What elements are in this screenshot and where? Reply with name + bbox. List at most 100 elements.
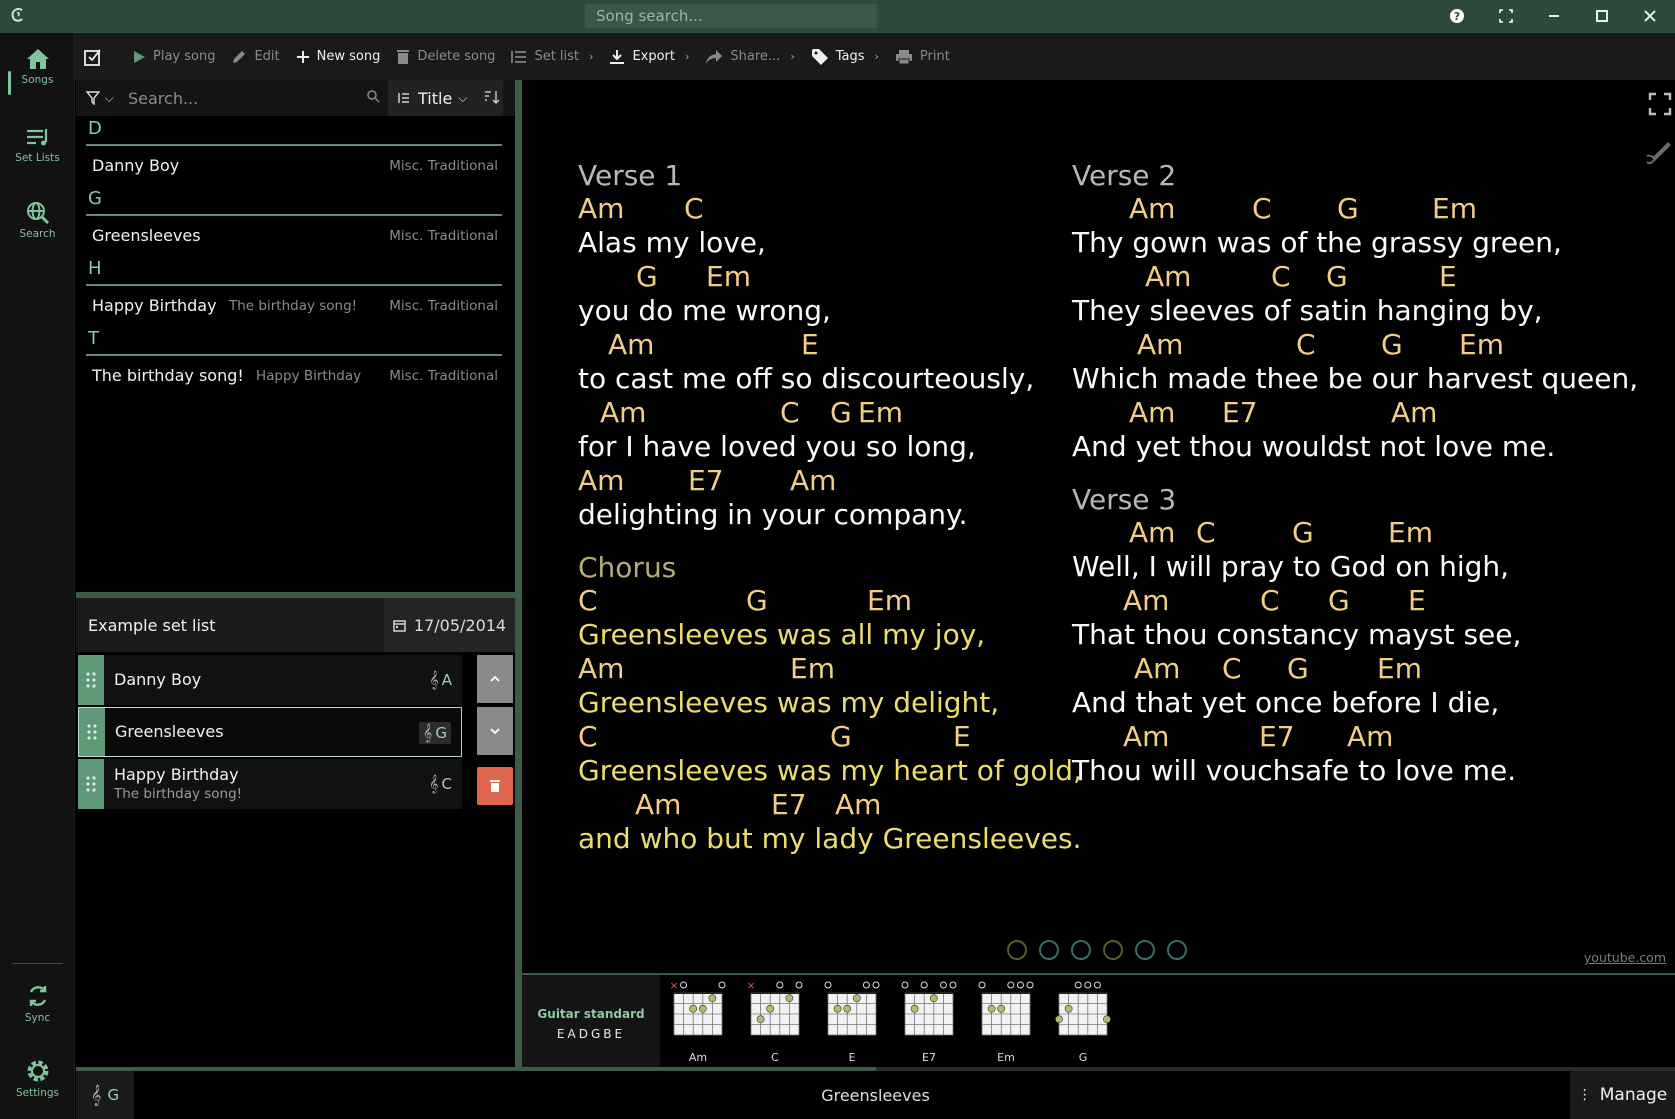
chord[interactable]: C <box>1271 260 1291 293</box>
page-dot[interactable] <box>1039 940 1059 960</box>
chord[interactable]: E7 <box>688 464 724 497</box>
chord[interactable]: Am <box>578 192 624 225</box>
chord[interactable]: E <box>1408 584 1426 617</box>
chord-diagram[interactable]: × C <box>745 979 805 1065</box>
minimize-icon[interactable] <box>1540 3 1568 29</box>
tags-button[interactable]: Tags › <box>803 33 887 80</box>
set-list-item-key[interactable]: 𝄞 G <box>418 722 451 744</box>
chord-diagram[interactable]: E7 <box>899 979 959 1065</box>
chord[interactable]: G <box>1326 260 1348 293</box>
edit-button[interactable]: Edit <box>223 33 287 80</box>
set-list-item-key[interactable]: 𝄞 A <box>429 669 452 691</box>
chord[interactable]: Am <box>1129 192 1175 225</box>
chord-diagram[interactable]: E <box>822 979 882 1065</box>
fullscreen-window-icon[interactable] <box>1492 3 1520 29</box>
chord[interactable]: Am <box>1129 516 1175 549</box>
chord[interactable]: G <box>1287 652 1309 685</box>
filter-button[interactable]: ⌵ <box>80 80 120 116</box>
set-list-item[interactable]: Happy Birthday The birthday song! 𝄞 C <box>78 759 462 809</box>
chord-diagram[interactable]: × Am <box>668 979 728 1065</box>
chord[interactable]: C <box>684 192 704 225</box>
chord[interactable]: Am <box>1123 720 1169 753</box>
chord[interactable]: G <box>1328 584 1350 617</box>
page-dot[interactable] <box>1135 940 1155 960</box>
print-button[interactable]: Print <box>887 33 958 80</box>
chord[interactable]: G <box>636 260 658 293</box>
chord-diagram[interactable]: Em <box>976 979 1036 1065</box>
song-search-input[interactable] <box>585 4 877 28</box>
chord[interactable]: Em <box>1459 328 1504 361</box>
manage-button[interactable]: ⋮ Manage <box>1570 1071 1675 1119</box>
drag-handle-icon[interactable] <box>79 708 105 756</box>
fullscreen-icon[interactable] <box>1648 92 1672 120</box>
chord[interactable]: Am <box>600 396 646 429</box>
chord[interactable]: G <box>1337 192 1359 225</box>
maximize-icon[interactable] <box>1588 3 1616 29</box>
rail-sync[interactable]: Sync <box>0 983 75 1043</box>
chord[interactable]: C <box>780 396 800 429</box>
rail-search[interactable]: Search <box>0 201 75 261</box>
drag-handle-icon[interactable] <box>78 759 104 809</box>
chord[interactable]: C <box>1222 652 1242 685</box>
chord[interactable]: Em <box>1388 516 1433 549</box>
chord[interactable]: Em <box>867 584 912 617</box>
chord[interactable]: E <box>801 328 819 361</box>
set-list-item[interactable]: Danny Boy 𝄞 A <box>78 655 462 705</box>
song-row[interactable]: Danny Boy Misc. Traditional <box>84 149 504 181</box>
share-button[interactable]: Share... › <box>697 33 802 80</box>
new-song-button[interactable]: New song <box>288 33 389 80</box>
set-list-button[interactable]: Set list › <box>503 33 601 80</box>
chord[interactable]: Am <box>1347 720 1393 753</box>
chord[interactable]: Am <box>578 652 624 685</box>
chord-diagram[interactable]: G <box>1053 979 1113 1065</box>
move-up-button[interactable] <box>477 655 513 703</box>
chord[interactable]: C <box>578 720 598 753</box>
page-dot[interactable] <box>1007 940 1027 960</box>
chord[interactable]: Am <box>1134 652 1180 685</box>
chord[interactable]: Am <box>1129 396 1175 429</box>
play-song-button[interactable]: Play song <box>124 33 223 80</box>
chord[interactable]: E <box>953 720 971 753</box>
chord[interactable]: Am <box>608 328 654 361</box>
help-icon[interactable]: ? <box>1443 3 1471 29</box>
song-list-search-input[interactable] <box>126 84 366 112</box>
chord[interactable]: E7 <box>1259 720 1295 753</box>
chord[interactable]: Em <box>858 396 903 429</box>
remove-from-set-list-button[interactable] <box>477 767 513 805</box>
chord[interactable]: Am <box>1123 584 1169 617</box>
chord[interactable]: E7 <box>771 788 807 821</box>
chord[interactable]: G <box>1292 516 1314 549</box>
chord[interactable]: C <box>1296 328 1316 361</box>
sort-direction-icon[interactable] <box>484 89 500 109</box>
chord[interactable]: Am <box>1145 260 1191 293</box>
close-icon[interactable] <box>1636 3 1664 29</box>
vertical-splitter[interactable] <box>515 80 522 1067</box>
page-dot[interactable] <box>1167 940 1187 960</box>
rail-settings[interactable]: Settings <box>0 1058 75 1118</box>
chord[interactable]: Am <box>1137 328 1183 361</box>
export-button[interactable]: Export › <box>601 33 697 80</box>
chord[interactable]: Am <box>578 464 624 497</box>
chord[interactable]: G <box>746 584 768 617</box>
chord[interactable]: C <box>578 584 598 617</box>
chord[interactable]: Em <box>1377 652 1422 685</box>
chord[interactable]: Am <box>1391 396 1437 429</box>
annotate-pen-icon[interactable] <box>1644 136 1675 172</box>
chord[interactable]: C <box>1196 516 1216 549</box>
rail-songs[interactable]: Songs <box>0 47 75 107</box>
chord[interactable]: Am <box>835 788 881 821</box>
chord[interactable]: G <box>830 720 852 753</box>
delete-song-button[interactable]: Delete song <box>388 33 503 80</box>
rail-set-lists[interactable]: Set Lists <box>0 125 75 185</box>
page-dot[interactable] <box>1071 940 1091 960</box>
source-link[interactable]: youtube.com <box>1584 950 1666 965</box>
chord[interactable]: E7 <box>1222 396 1258 429</box>
song-row[interactable]: Happy Birthday The birthday song! Misc. … <box>84 289 504 321</box>
chord[interactable]: Em <box>1432 192 1477 225</box>
chord[interactable]: Am <box>790 464 836 497</box>
select-mode-button[interactable] <box>75 33 124 80</box>
song-row[interactable]: The birthday song! Happy Birthday Misc. … <box>84 359 504 391</box>
chord[interactable]: Em <box>706 260 751 293</box>
chord[interactable]: G <box>830 396 852 429</box>
chord[interactable]: Em <box>790 652 835 685</box>
